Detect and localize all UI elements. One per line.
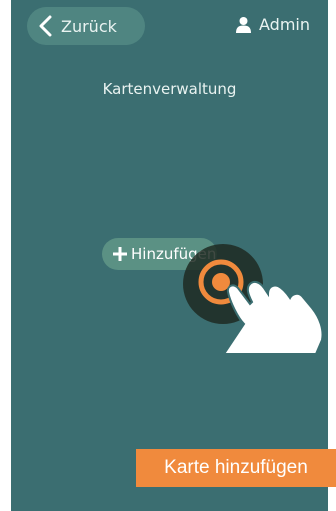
app-screen: Zurück Admin Kartenverwaltung Hinzufügen [11,0,328,511]
pointing-hand-icon [222,280,324,355]
step-caption: Karte hinzufügen [136,449,336,487]
back-button[interactable]: Zurück [27,7,145,45]
back-button-label: Zurück [61,16,117,36]
user-menu[interactable]: Admin [235,15,310,34]
chevron-left-icon [39,15,52,37]
plus-icon [113,247,127,261]
user-label: Admin [259,15,310,34]
page-title: Kartenverwaltung [102,80,237,98]
user-icon [236,17,251,33]
